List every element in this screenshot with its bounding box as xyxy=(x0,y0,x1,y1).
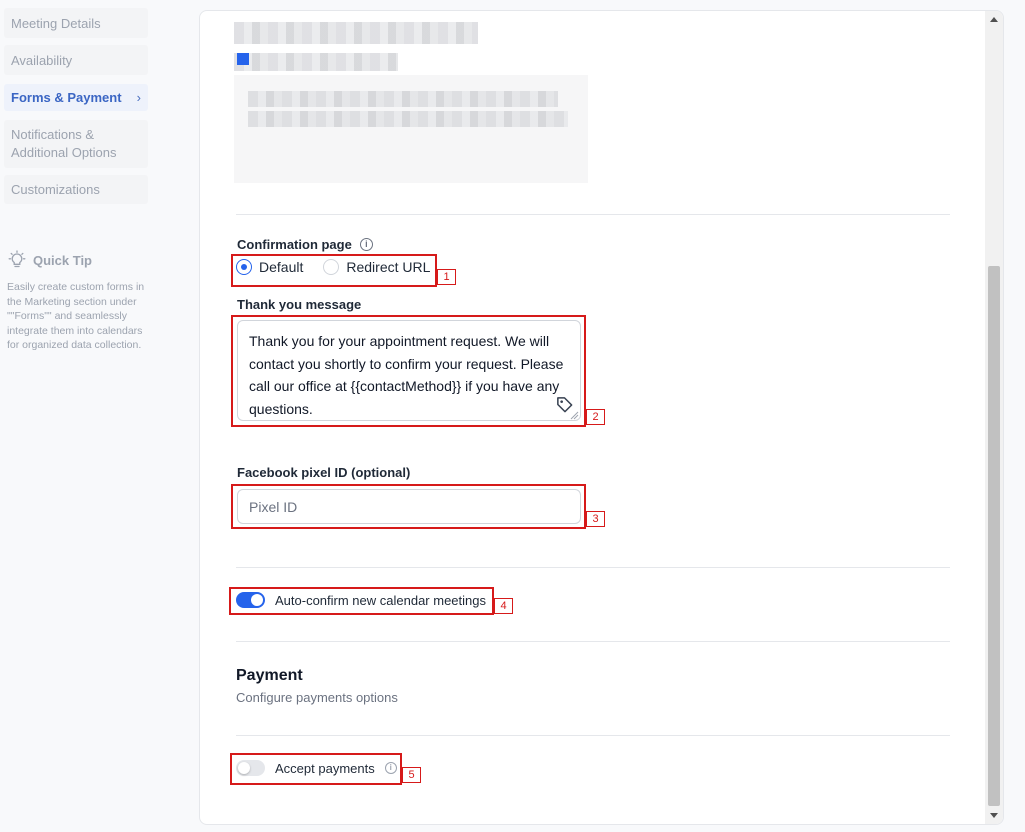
scroll-up-arrow-icon[interactable] xyxy=(990,17,998,22)
settings-sidebar: Meeting Details Availability Forms & Pay… xyxy=(0,0,160,832)
radio-label: Redirect URL xyxy=(346,259,431,275)
redacted-box xyxy=(234,75,588,183)
quick-tip-body: Easily create custom forms in the Market… xyxy=(7,281,145,351)
sidebar-item-label: Forms & Payment xyxy=(11,90,122,105)
chevron-right-icon: › xyxy=(136,90,141,105)
confirmation-page-label: Confirmation page i xyxy=(237,237,373,252)
divider xyxy=(236,214,950,215)
radio-button-selected[interactable] xyxy=(236,259,252,275)
annotation-label-3: 3 xyxy=(586,511,605,527)
thank-you-message-textarea[interactable]: Thank you for your appointment request. … xyxy=(237,320,581,421)
accept-payments-row: Accept payments i xyxy=(236,760,397,776)
sidebar-item-forms-payment[interactable]: Forms & Payment › xyxy=(4,84,148,111)
radio-button[interactable] xyxy=(323,259,340,275)
sidebar-item-notifications[interactable]: Notifications & Additional Options xyxy=(4,120,148,168)
divider xyxy=(236,567,950,568)
sidebar-item-customizations[interactable]: Customizations xyxy=(4,175,148,204)
radio-default[interactable]: Default xyxy=(236,259,303,275)
lightbulb-icon xyxy=(8,250,26,268)
thank-you-message-label: Thank you message xyxy=(237,297,362,312)
accept-payments-toggle[interactable] xyxy=(236,760,265,776)
payment-subtitle: Configure payments options xyxy=(236,690,398,705)
radio-label: Default xyxy=(259,259,304,275)
redacted-color-swatch xyxy=(237,53,249,65)
pixel-id-input[interactable] xyxy=(237,489,581,524)
quick-tip-title: Quick Tip xyxy=(33,252,92,268)
auto-confirm-row: Auto-confirm new calendar meetings xyxy=(236,592,486,608)
sidebar-item-label: Customizations xyxy=(11,182,100,197)
payment-title: Payment xyxy=(236,667,303,684)
divider xyxy=(236,735,950,736)
annotation-label-5: 5 xyxy=(402,767,421,783)
annotation-label-4: 4 xyxy=(494,598,513,614)
vertical-scrollbar[interactable] xyxy=(985,11,1003,824)
accept-payments-label: Accept payments xyxy=(275,760,375,776)
auto-confirm-label: Auto-confirm new calendar meetings xyxy=(275,592,486,608)
facebook-pixel-label: Facebook pixel ID (optional) xyxy=(237,465,411,480)
divider xyxy=(236,641,950,642)
quick-tip: Quick Tip Easily create custom forms in … xyxy=(7,250,155,353)
sidebar-item-availability[interactable]: Availability xyxy=(4,45,148,75)
auto-confirm-toggle[interactable] xyxy=(236,592,265,608)
annotation-label-1: 1 xyxy=(437,269,456,285)
redacted-text xyxy=(234,22,478,44)
scroll-down-arrow-icon[interactable] xyxy=(990,813,998,818)
sidebar-item-label: Meeting Details xyxy=(11,15,101,31)
redacted-text xyxy=(234,53,398,71)
confirmation-radio-group: Default Redirect URL xyxy=(236,259,450,275)
sidebar-item-meeting-details[interactable]: Meeting Details xyxy=(4,8,148,38)
scrollbar-thumb[interactable] xyxy=(988,266,1000,806)
sidebar-item-label: Notifications & Additional Options xyxy=(11,127,117,160)
annotation-label-2: 2 xyxy=(586,409,605,425)
radio-redirect-url[interactable]: Redirect URL xyxy=(323,259,430,275)
resize-handle-icon[interactable] xyxy=(570,411,579,420)
info-icon[interactable]: i xyxy=(384,762,397,774)
sidebar-item-label: Availability xyxy=(11,52,73,68)
info-icon[interactable]: i xyxy=(359,238,373,251)
